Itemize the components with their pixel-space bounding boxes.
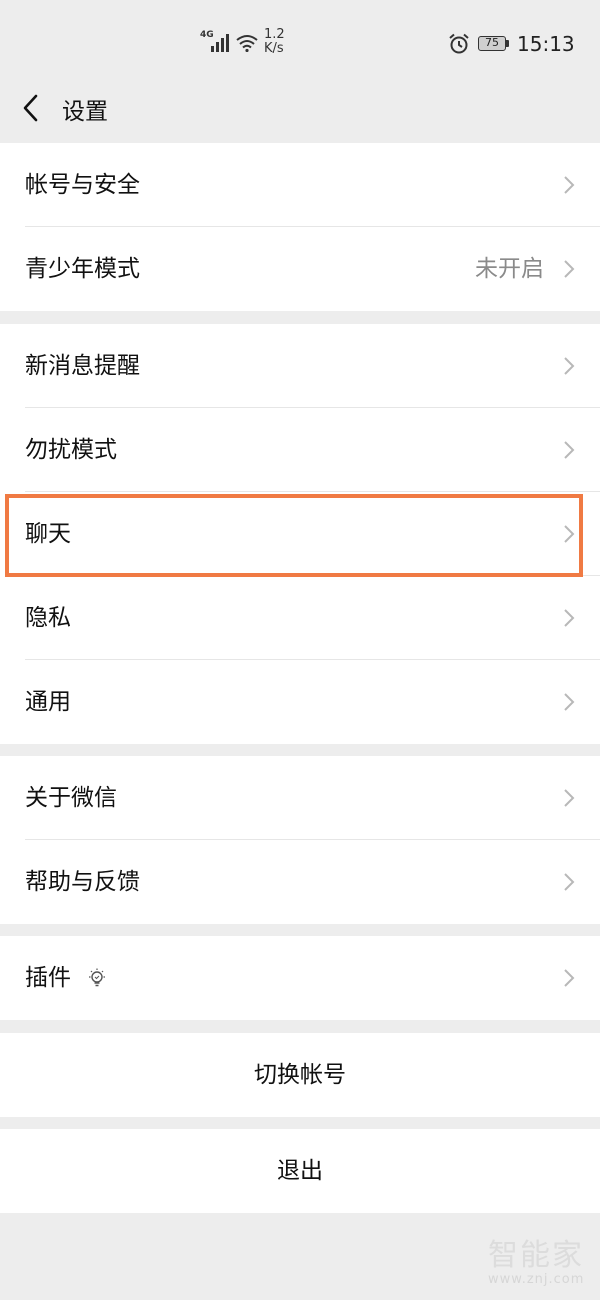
chevron-right-icon bbox=[564, 441, 575, 459]
settings-item-privacy[interactable]: 隐私 bbox=[0, 576, 600, 660]
settings-item-help-feedback[interactable]: 帮助与反馈 bbox=[0, 840, 600, 924]
item-label: 隐私 bbox=[25, 605, 71, 631]
chevron-right-icon bbox=[564, 357, 575, 375]
watermark-logo: 智能家 www.znj.com bbox=[488, 1238, 594, 1288]
chevron-right-icon bbox=[564, 525, 575, 543]
switch-account-button[interactable]: 切换帐号 bbox=[0, 1033, 600, 1117]
item-label: 关于微信 bbox=[25, 785, 117, 811]
switch-account-section: 切换帐号 bbox=[0, 1033, 600, 1117]
chevron-right-icon bbox=[564, 693, 575, 711]
item-value: 未开启 bbox=[475, 256, 544, 282]
watermark-text: 智能家 bbox=[488, 1238, 584, 1273]
settings-item-about-wechat[interactable]: 关于微信 bbox=[0, 756, 600, 840]
logout-button[interactable]: 退出 bbox=[0, 1129, 600, 1213]
settings-group-about: 关于微信 帮助与反馈 bbox=[0, 756, 600, 924]
chevron-right-icon bbox=[564, 609, 575, 627]
item-label: 帐号与安全 bbox=[25, 172, 140, 198]
item-label: 帮助与反馈 bbox=[25, 869, 140, 895]
chevron-left-icon[interactable] bbox=[14, 88, 50, 128]
lightbulb-icon bbox=[89, 968, 105, 987]
item-label: 聊天 bbox=[25, 521, 71, 547]
alarm-icon bbox=[449, 33, 469, 54]
chevron-right-icon bbox=[564, 260, 575, 278]
settings-item-general[interactable]: 通用 bbox=[0, 660, 600, 744]
chevron-right-icon bbox=[564, 969, 575, 987]
item-label: 勿扰模式 bbox=[25, 437, 117, 463]
chevron-right-icon bbox=[564, 176, 575, 194]
item-label: 插件 bbox=[25, 965, 71, 991]
settings-group-account: 帐号与安全 青少年模式 未开启 bbox=[0, 143, 600, 311]
chevron-right-icon bbox=[564, 873, 575, 891]
item-label: 新消息提醒 bbox=[25, 353, 140, 379]
settings-item-account-security[interactable]: 帐号与安全 bbox=[0, 143, 600, 227]
battery-tip bbox=[506, 40, 509, 47]
settings-group-plugins: 插件 bbox=[0, 936, 600, 1020]
page-title: 设置 bbox=[62, 99, 108, 125]
signal-icon bbox=[211, 34, 229, 52]
battery-icon: 75 bbox=[478, 36, 506, 51]
settings-item-do-not-disturb[interactable]: 勿扰模式 bbox=[0, 408, 600, 492]
speed-value: 1.2 bbox=[264, 27, 285, 42]
item-label: 青少年模式 bbox=[25, 256, 140, 282]
settings-item-plugins[interactable]: 插件 bbox=[0, 936, 600, 1020]
wifi-icon bbox=[236, 35, 258, 52]
watermark-url: www.znj.com bbox=[488, 1272, 585, 1287]
chevron-right-icon bbox=[564, 789, 575, 807]
settings-group-general: 新消息提醒 勿扰模式 聊天 隐私 通用 bbox=[0, 324, 600, 744]
item-label: 通用 bbox=[25, 689, 71, 715]
status-bar: 4G 1.2 K/s 75 15:13 bbox=[0, 0, 600, 74]
settings-item-youth-mode[interactable]: 青少年模式 未开启 bbox=[0, 227, 600, 311]
settings-item-new-message[interactable]: 新消息提醒 bbox=[0, 324, 600, 408]
network-speed: 1.2 K/s bbox=[264, 28, 285, 56]
settings-item-chat[interactable]: 聊天 bbox=[0, 492, 600, 576]
logout-section: 退出 bbox=[0, 1129, 600, 1213]
nav-bar: 设置 bbox=[0, 74, 600, 142]
speed-unit: K/s bbox=[264, 41, 284, 56]
clock: 15:13 bbox=[517, 32, 575, 56]
